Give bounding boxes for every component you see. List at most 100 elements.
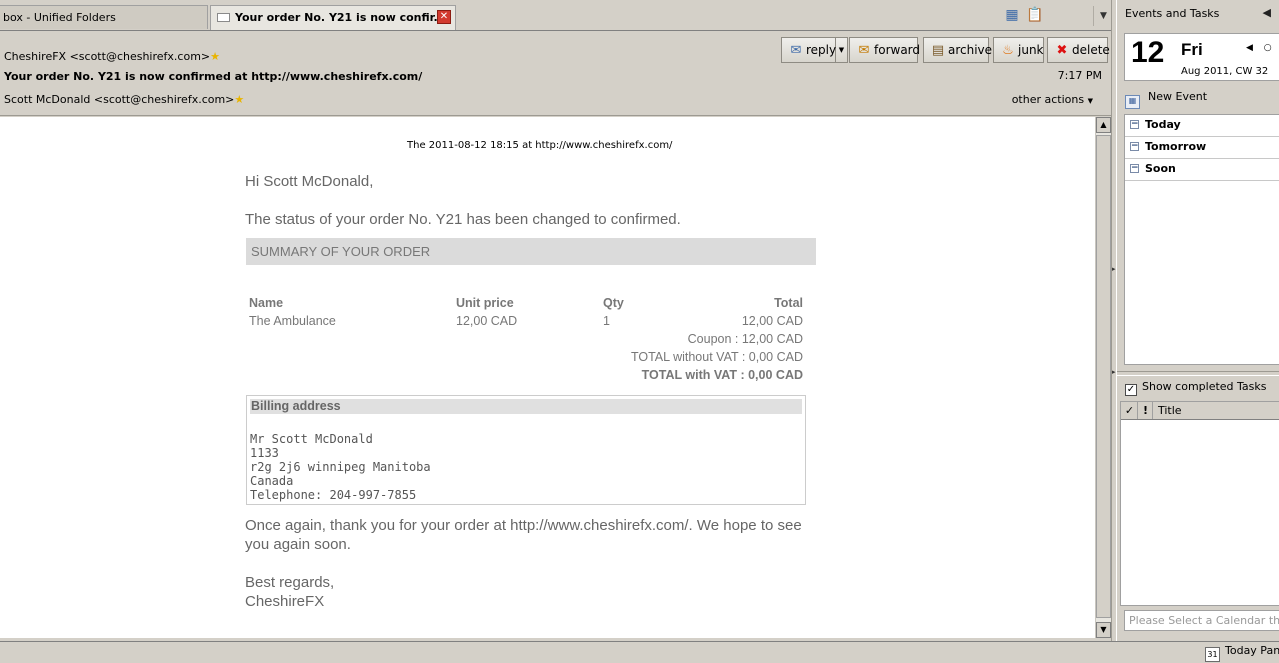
tab-unified-folders[interactable]: box - Unified Folders bbox=[0, 5, 208, 29]
col-name: Name bbox=[249, 296, 284, 310]
new-event-button[interactable]: ▦ New Event bbox=[1125, 90, 1207, 109]
agenda-soon[interactable]: − Soon bbox=[1125, 159, 1279, 181]
envelope-icon bbox=[217, 13, 230, 22]
task-list-header: ✓ ! Title bbox=[1121, 402, 1279, 420]
billing-address-heading: Billing address bbox=[250, 399, 802, 414]
archive-icon: ▤ bbox=[931, 43, 945, 58]
reply-label: reply bbox=[806, 43, 837, 57]
star-icon[interactable]: ★ bbox=[234, 93, 244, 106]
forward-label: forward bbox=[874, 43, 921, 57]
coupon-line: Coupon : 12,00 CAD bbox=[687, 332, 803, 346]
mini-day-calendar: 12 Fri Aug 2011, CW 32 ◀ ○ bbox=[1124, 33, 1279, 81]
tabbar-tools: ▦ 📋 ▼ bbox=[1003, 6, 1113, 26]
from-field[interactable]: CheshireFX <scott@cheshirefx.com>★ bbox=[4, 50, 220, 63]
archive-button[interactable]: ▤ archive bbox=[923, 37, 993, 63]
col-qty: Qty bbox=[603, 296, 624, 310]
from-address: CheshireFX <scott@cheshirefx.com> bbox=[4, 50, 211, 63]
message-scrollbar[interactable]: ▲ ▼ bbox=[1095, 117, 1111, 638]
agenda-label: Tomorrow bbox=[1145, 140, 1207, 153]
flame-icon: ♨ bbox=[1002, 43, 1014, 58]
item-qty: 1 bbox=[603, 314, 610, 328]
subject: Your order No. Y21 is now confirmed at h… bbox=[4, 70, 423, 83]
status-bar: 31 Today Pan bbox=[0, 641, 1279, 663]
billing-line: r2g 2j6 winnipeg Manitoba bbox=[250, 460, 431, 474]
tab-label: box - Unified Folders bbox=[3, 11, 116, 24]
tab-label: Your order No. Y21 is now confir... bbox=[235, 11, 447, 24]
tab-list-dropdown-icon[interactable]: ▼ bbox=[1093, 6, 1113, 26]
junk-button[interactable]: ♨ junk bbox=[993, 37, 1044, 63]
horizontal-splitter[interactable] bbox=[1117, 371, 1279, 376]
agenda-list: − Today − Tomorrow − Soon bbox=[1124, 114, 1279, 365]
show-completed-label: Show completed Tasks bbox=[1142, 380, 1267, 393]
order-table: Name Unit price Qty Total The Ambulance … bbox=[249, 296, 803, 386]
today-pane-title: Events and Tasks bbox=[1125, 7, 1220, 20]
billing-address-lines: Mr Scott McDonald 1133 r2g 2j6 winnipeg … bbox=[250, 432, 802, 502]
message-time: 7:17 PM bbox=[1057, 69, 1102, 82]
collapse-icon[interactable]: − bbox=[1130, 142, 1139, 151]
billing-line: Canada bbox=[250, 474, 294, 488]
scrollbar-thumb[interactable] bbox=[1096, 135, 1111, 618]
calendar-nav: ◀ ○ bbox=[1246, 43, 1272, 53]
item-unit-price: 12,00 CAD bbox=[456, 314, 518, 328]
mail-date-line: The 2011-08-12 18:15 at http://www.chesh… bbox=[407, 140, 673, 151]
collapse-icon[interactable]: − bbox=[1130, 120, 1139, 129]
today-dot-icon[interactable]: ○ bbox=[1264, 43, 1272, 53]
clipboard-icon[interactable]: 📋 bbox=[1026, 6, 1044, 24]
calendar-day-number: 12 bbox=[1131, 36, 1165, 69]
completed-column-icon[interactable]: ✓ bbox=[1122, 402, 1138, 419]
task-list: ✓ ! Title bbox=[1120, 401, 1279, 606]
calendar-weekday: Fri bbox=[1181, 40, 1203, 59]
show-completed-tasks-toggle[interactable]: ✓ Show completed Tasks bbox=[1125, 380, 1267, 396]
item-total: 12,00 CAD bbox=[741, 314, 803, 328]
other-actions-button[interactable]: other actions ▼ bbox=[1012, 93, 1093, 106]
message-header: CheshireFX <scott@cheshirefx.com>★ Your … bbox=[0, 32, 1113, 116]
checkbox-checked-icon[interactable]: ✓ bbox=[1125, 384, 1137, 396]
title-column[interactable]: Title bbox=[1154, 402, 1279, 419]
total-without-vat: TOTAL without VAT : 0,00 CAD bbox=[630, 350, 803, 364]
scroll-down-icon[interactable]: ▼ bbox=[1096, 622, 1111, 638]
close-tab-icon[interactable]: ✕ bbox=[437, 10, 451, 24]
to-field[interactable]: Scott McDonald <scott@cheshirefx.com>★ bbox=[4, 93, 244, 106]
calendar-add-icon: ▦ bbox=[1125, 95, 1140, 109]
agenda-label: Today bbox=[1145, 118, 1181, 131]
collapse-left-icon[interactable]: ◀ bbox=[1263, 6, 1271, 19]
reply-button[interactable]: ✉ reply bbox=[781, 37, 836, 63]
splitter-grip-icon: ▸ bbox=[1112, 265, 1116, 273]
scroll-up-icon[interactable]: ▲ bbox=[1096, 117, 1111, 133]
agenda-label: Soon bbox=[1145, 162, 1176, 175]
billing-line: Mr Scott McDonald bbox=[250, 432, 373, 446]
calendar-icon: 31 bbox=[1205, 647, 1220, 662]
other-actions-label: other actions bbox=[1011, 93, 1085, 106]
star-icon[interactable]: ★ bbox=[210, 50, 220, 63]
order-summary-heading: SUMMARY OF YOUR ORDER bbox=[246, 238, 816, 265]
mail-status-text: The status of your order No. Y21 has bee… bbox=[245, 211, 681, 228]
message-body[interactable]: The 2011-08-12 18:15 at http://www.chesh… bbox=[0, 117, 1095, 638]
archive-label: archive bbox=[948, 43, 993, 57]
today-pane-toggle-button[interactable]: 31 Today Pan bbox=[1205, 644, 1279, 662]
agenda-today[interactable]: − Today bbox=[1125, 115, 1279, 137]
tab-bar: box - Unified Folders Your order No. Y21… bbox=[0, 0, 1113, 31]
tab-message[interactable]: Your order No. Y21 is now confir... ✕ bbox=[210, 5, 456, 30]
new-event-label: New Event bbox=[1148, 90, 1208, 103]
chevron-down-icon: ▼ bbox=[1087, 97, 1093, 105]
reply-dropdown-icon[interactable]: ▼ bbox=[836, 37, 848, 63]
priority-column-icon[interactable]: ! bbox=[1139, 402, 1153, 419]
prev-day-icon[interactable]: ◀ bbox=[1246, 43, 1253, 53]
layout-icon[interactable]: ▦ bbox=[1003, 6, 1021, 24]
agenda-tomorrow[interactable]: − Tomorrow bbox=[1125, 137, 1279, 159]
billing-address-box: Billing address Mr Scott McDonald 1133 r… bbox=[246, 395, 806, 505]
signature-line: CheshireFX bbox=[245, 593, 325, 610]
col-unit-price: Unit price bbox=[456, 296, 514, 310]
mail-thanks-text: Once again, thank you for your order at … bbox=[245, 517, 802, 553]
delete-button[interactable]: ✖ delete bbox=[1047, 37, 1110, 63]
collapse-icon[interactable]: − bbox=[1130, 164, 1139, 173]
total-with-vat: TOTAL with VAT : 0,00 CAD bbox=[641, 368, 803, 382]
today-pane: Events and Tasks ◀ 12 Fri Aug 2011, CW 3… bbox=[1117, 0, 1279, 641]
item-name: The Ambulance bbox=[249, 314, 336, 328]
billing-line: Telephone: 204-997-7855 bbox=[250, 488, 417, 502]
mail-signoff: Best regards, CheshireFX bbox=[245, 573, 334, 611]
calendar-select-input[interactable]: Please Select a Calendar that S bbox=[1124, 610, 1279, 631]
forward-button[interactable]: ✉ forward bbox=[849, 37, 921, 63]
forward-icon: ✉ bbox=[858, 43, 870, 58]
billing-line: 1133 bbox=[250, 446, 279, 460]
